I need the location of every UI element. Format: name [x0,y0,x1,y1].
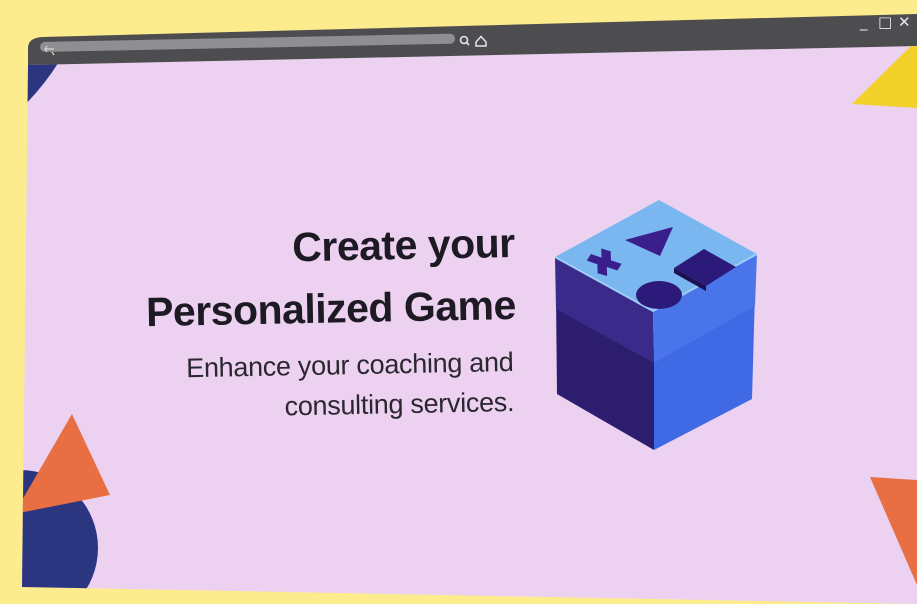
hero-title: Create your Personalized Game [74,212,517,344]
maximize-button[interactable]: □ [878,14,892,30]
circle-shape [636,281,682,309]
close-button[interactable]: ✕ [898,14,911,30]
hero-title-line-1: Create your [291,219,516,271]
hero-title-line-2: Personalized Game [145,281,517,336]
browser-window: Create your Personalized Game Enhance yo… [0,0,917,604]
hero-subtitle: Enhance your coaching and consulting ser… [93,342,515,430]
minimize-button[interactable]: _ [860,14,868,30]
hero-subtitle-line-2: consulting services. [284,386,515,422]
